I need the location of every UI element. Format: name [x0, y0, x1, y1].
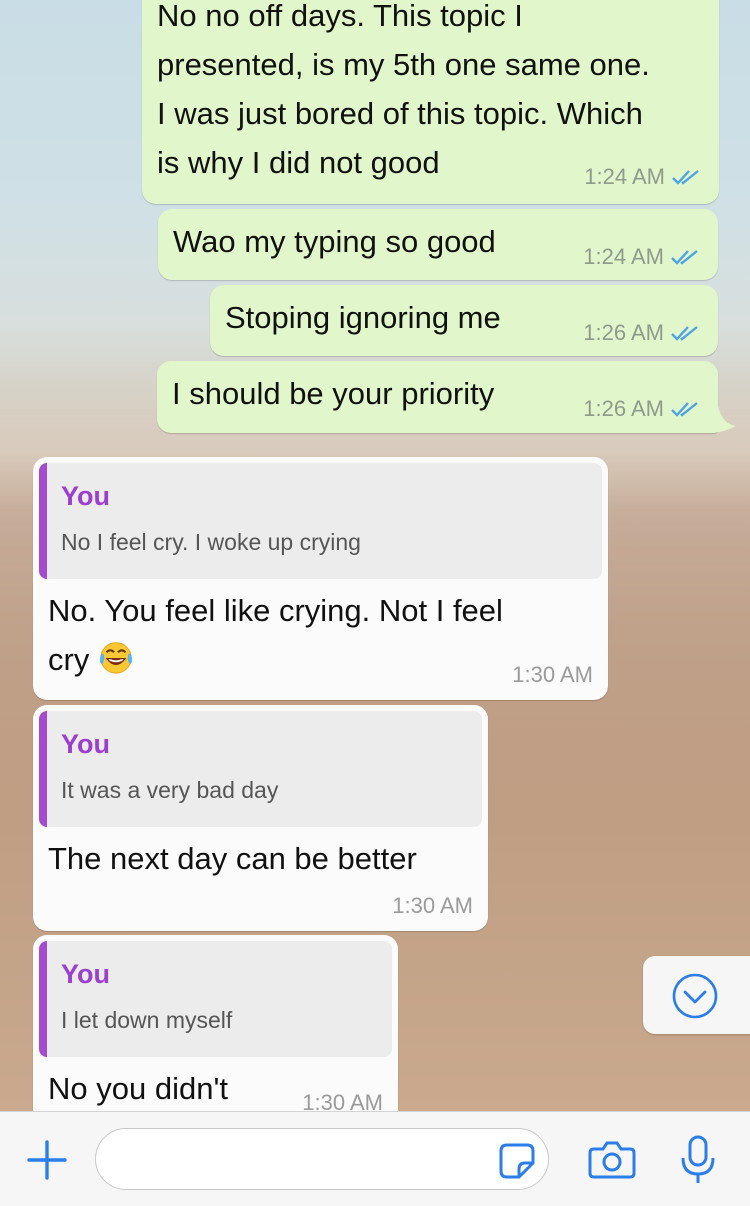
message-meta: 1:24 AM	[583, 244, 700, 270]
outgoing-message[interactable]: I should be your priority 1:26 AM	[157, 361, 718, 433]
camera-icon[interactable]	[588, 1140, 636, 1180]
message-text: The next day can be better	[48, 841, 417, 876]
message-text: cry	[48, 642, 90, 677]
quote-author: You	[61, 481, 110, 511]
message-text: No you didn't	[48, 1071, 228, 1106]
message-input[interactable]	[95, 1128, 549, 1190]
bubble-tail	[712, 406, 736, 433]
message-time: 1:26 AM	[583, 396, 664, 421]
message-text-line: No no off days. This topic I	[157, 0, 523, 33]
incoming-message[interactable]: You No I feel cry. I woke up crying No. …	[33, 457, 608, 700]
quote-text: No I feel cry. I woke up crying	[61, 529, 361, 555]
message-meta: 1:26 AM	[583, 396, 700, 422]
sticker-icon[interactable]	[498, 1142, 536, 1180]
quote-accent-bar	[39, 711, 47, 827]
message-time: 1:24 AM	[583, 244, 664, 269]
message-time: 1:26 AM	[583, 320, 664, 345]
scroll-to-bottom-button[interactable]	[643, 956, 750, 1034]
read-ticks-icon	[671, 402, 698, 417]
quote-accent-bar	[39, 463, 47, 579]
quoted-reply[interactable]: You It was a very bad day	[39, 711, 482, 827]
quote-accent-bar	[39, 941, 47, 1057]
quote-author: You	[61, 959, 110, 989]
incoming-message[interactable]: You It was a very bad day The next day c…	[33, 705, 488, 931]
message-text: Wao my typing so good	[173, 224, 496, 259]
message-text-line: I was just bored of this topic. Which	[157, 96, 643, 131]
quoted-reply[interactable]: You I let down myself	[39, 941, 392, 1057]
read-ticks-icon	[671, 326, 698, 341]
message-text: I should be your priority	[172, 376, 495, 411]
quoted-reply[interactable]: You No I feel cry. I woke up crying	[39, 463, 602, 579]
message-text-line: presented, is my 5th one same one.	[157, 47, 650, 82]
read-ticks-icon	[672, 170, 699, 185]
message-meta: 1:26 AM	[583, 320, 700, 346]
message-text-line: No. You feel like crying. Not I feel	[48, 593, 503, 628]
face-with-tears-of-joy-icon	[100, 642, 133, 674]
message-text-line: is why I did not good	[157, 145, 440, 180]
quote-text: It was a very bad day	[61, 777, 279, 803]
message-time: 1:30 AM	[512, 662, 593, 687]
microphone-icon[interactable]	[679, 1134, 717, 1186]
plus-icon[interactable]	[26, 1139, 68, 1181]
chevron-down-circle-icon	[672, 973, 718, 1019]
message-meta: 1:24 AM	[584, 164, 701, 190]
outgoing-message[interactable]: Wao my typing so good 1:24 AM	[158, 209, 718, 280]
quote-author: You	[61, 729, 110, 759]
message-composer	[0, 1111, 750, 1206]
read-ticks-icon	[671, 250, 698, 265]
message-time: 1:30 AM	[392, 893, 473, 918]
message-time: 1:24 AM	[584, 164, 665, 189]
outgoing-message[interactable]: Stoping ignoring me 1:26 AM	[210, 285, 718, 356]
message-text: Stoping ignoring me	[225, 300, 501, 335]
outgoing-message[interactable]: No no off days. This topic I presented, …	[142, 0, 719, 204]
message-text-line: cry	[48, 635, 135, 684]
quote-text: I let down myself	[61, 1007, 233, 1033]
